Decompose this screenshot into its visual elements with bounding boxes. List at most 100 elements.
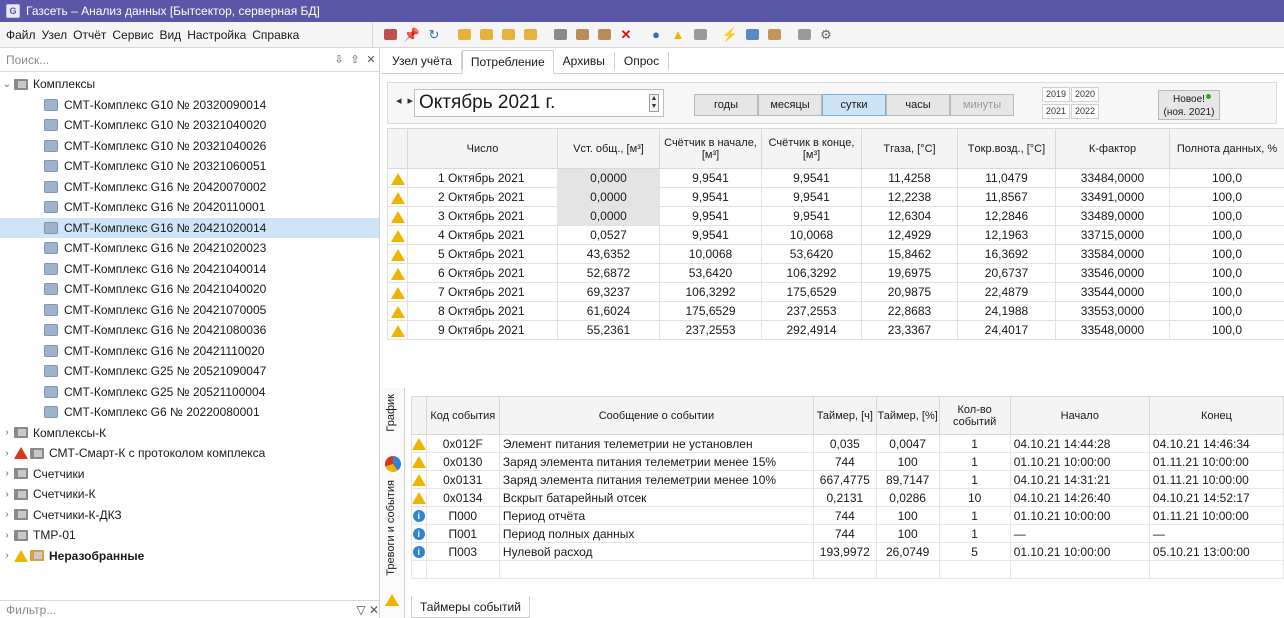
tree-group-meters-k[interactable]: › Счетчики-К	[0, 484, 379, 505]
edit-icon-button[interactable]	[499, 26, 517, 44]
table-row[interactable]: 1 Октябрь 2021 0,0000 9,9541 9,9541 11,4258 1…	[387, 168, 1284, 188]
col-header[interactable]: Счётчик в начале, [м³]	[659, 128, 762, 169]
col-header[interactable]: Конец	[1148, 396, 1284, 435]
tree-item[interactable]: СМТ-Комплекс G10 № 20321060051	[0, 156, 379, 177]
col-header[interactable]: Полнота данных, %	[1169, 128, 1284, 169]
year-button[interactable]: 2019	[1042, 87, 1071, 102]
tree-item[interactable]: СМТ-Комплекс G16 № 20421070005	[0, 300, 379, 321]
period-hours-button[interactable]: часы	[886, 94, 950, 116]
search-close-icon[interactable]: ✕	[363, 53, 379, 66]
table-row[interactable]: 2 Октябрь 2021 0,0000 9,9541 9,9541 12,2238 1…	[387, 187, 1284, 207]
menu-file[interactable]: Файл	[6, 28, 36, 42]
year-button[interactable]: 2022	[1071, 104, 1100, 119]
warning-icon-button[interactable]: ▲	[669, 26, 687, 44]
year-button[interactable]: 2020	[1071, 87, 1100, 102]
chevron-right-icon[interactable]: ›	[0, 468, 14, 479]
month-spin-icon[interactable]: ▲ ▼	[649, 94, 659, 112]
side-tab-alarms[interactable]: Тревоги и события	[385, 480, 397, 576]
tree-group-complexes[interactable]: ⌄ Комплексы	[0, 74, 379, 95]
pin-icon-button[interactable]: 📌	[403, 26, 421, 44]
copy-icon-button[interactable]	[573, 26, 591, 44]
tree-item[interactable]: СМТ-Комплекс G16 № 20420070002	[0, 177, 379, 198]
side-tab-chart[interactable]: График	[385, 394, 397, 432]
tree-item[interactable]: СМТ-Комплекс G16 № 20421040020	[0, 279, 379, 300]
chevron-right-icon[interactable]: ›	[0, 530, 14, 541]
period-days-button[interactable]: сутки	[822, 94, 886, 116]
col-header[interactable]: Счётчик в конце, [м³]	[761, 128, 862, 169]
year-button[interactable]: 2021	[1042, 104, 1071, 119]
table-row[interactable]: i П000 Период отчёта 744 100 1 01.10.21 10:00:…	[411, 506, 1284, 525]
tree-group-complexes-k[interactable]: › Комплексы-К	[0, 423, 379, 444]
table-row[interactable]: 0x0130 Заряд элемента питания телеметрии …	[411, 452, 1284, 471]
search-down-icon[interactable]: ⇩	[331, 53, 347, 66]
col-header[interactable]: Tокр.возд., [°C]	[957, 128, 1056, 169]
menu-view[interactable]: Вид	[159, 28, 181, 42]
lightning-icon-button[interactable]: ⚡	[721, 26, 739, 44]
tree-item[interactable]: СМТ-Комплекс G10 № 20320090014	[0, 95, 379, 116]
search-bar[interactable]: Поиск... ⇩ ⇧ ✕	[0, 48, 379, 72]
filter-icon[interactable]: ▽ ✕	[356, 603, 379, 617]
table-row[interactable]: 0x0134 Вскрыт батарейный отсек 0,2131 0,028…	[411, 488, 1284, 507]
col-header[interactable]: Код события	[425, 396, 500, 435]
table-row[interactable]: i П001 Период полных данных 744 100 1— —	[411, 524, 1284, 543]
export-icon-button[interactable]	[743, 26, 761, 44]
delete-icon-button[interactable]: ✕	[617, 26, 635, 44]
tab-event-timers[interactable]: Таймеры событий	[411, 596, 530, 618]
table-row[interactable]: 0x0131 Заряд элемента питания телеметрии …	[411, 470, 1284, 489]
db-icon-button[interactable]	[381, 26, 399, 44]
paste-icon-button[interactable]	[595, 26, 613, 44]
chevron-right-icon[interactable]: ›	[0, 448, 14, 459]
table-row[interactable]: 5 Октябрь 2021 43,6352 10,0068 53,6420 15,84…	[387, 244, 1284, 264]
tab-consumption[interactable]: Потребление	[461, 50, 554, 74]
new-data-button[interactable]: Новое! (ноя. 2021)	[1158, 90, 1220, 120]
menu-settings[interactable]: Настройка	[187, 28, 246, 42]
table-row[interactable]: 9 Октябрь 2021 55,2361 237,2553 292,4914 23,…	[387, 320, 1284, 340]
chevron-right-icon[interactable]: ›	[0, 427, 14, 438]
col-header[interactable]: К-фактор	[1055, 128, 1170, 169]
month-selector[interactable]: Октябрь 2021 г. ▲ ▼	[414, 89, 664, 117]
col-header[interactable]: Таймер, [%]	[875, 396, 940, 435]
properties-icon-button[interactable]	[551, 26, 569, 44]
tab-metering-node[interactable]: Узел учёта	[383, 49, 461, 73]
col-header[interactable]: Число	[407, 128, 558, 169]
open-icon-button[interactable]	[455, 26, 473, 44]
refresh-icon-button[interactable]: ↻	[425, 26, 443, 44]
filter-bar[interactable]: Фильтр... ▽ ✕	[0, 600, 379, 618]
tree-group-unsorted[interactable]: › Неразобранные	[0, 546, 379, 567]
table-row[interactable]: i П003 Нулевой расход 193,9972 26,0749 5 01.10…	[411, 542, 1284, 561]
search-input[interactable]: Поиск...	[6, 53, 331, 67]
tree-item[interactable]: СМТ-Комплекс G16 № 20421020023	[0, 238, 379, 259]
table-row[interactable]: 6 Октябрь 2021 52,6872 53,6420 106,3292 19,6…	[387, 263, 1284, 283]
tab-poll[interactable]: Опрос	[615, 49, 668, 73]
tools-icon-button[interactable]	[521, 26, 539, 44]
tree-item[interactable]: СМТ-Комплекс G16 № 20421080036	[0, 320, 379, 341]
pie-chart-icon[interactable]	[385, 456, 401, 472]
tree-item-selected[interactable]: СМТ-Комплекс G16 № 20421020014	[0, 217, 379, 238]
tab-archives[interactable]: Архивы	[554, 49, 614, 73]
chevron-down-icon[interactable]: ⌄	[0, 79, 14, 90]
filter-input[interactable]: Фильтр...	[6, 603, 356, 617]
menu-node[interactable]: Узел	[42, 28, 68, 42]
menu-help[interactable]: Справка	[252, 28, 299, 42]
period-months-button[interactable]: месяцы	[758, 94, 822, 116]
tree-item[interactable]: СМТ-Комплекс G10 № 20321040020	[0, 115, 379, 136]
tree-group-meters-k-dkz[interactable]: › Счетчики-К-ДКЗ	[0, 505, 379, 526]
menu-service[interactable]: Сервис	[112, 28, 153, 42]
globe-icon-button[interactable]: ●	[647, 26, 665, 44]
table-icon-button[interactable]	[795, 26, 813, 44]
menu-report[interactable]: Отчёт	[73, 28, 106, 42]
tree-group-meters[interactable]: › Счетчики	[0, 464, 379, 485]
tree-item[interactable]: СМТ-Комплекс G6 № 20220080001	[0, 402, 379, 423]
col-header[interactable]: Начало	[1009, 396, 1150, 435]
table-row[interactable]: 8 Октябрь 2021 61,6024 175,6529 237,2553 22,…	[387, 301, 1284, 321]
open-next-icon-button[interactable]	[477, 26, 495, 44]
tree-item[interactable]: СМТ-Комплекс G16 № 20421040014	[0, 259, 379, 280]
tree-item[interactable]: СМТ-Комплекс G25 № 20521100004	[0, 382, 379, 403]
print-icon-button[interactable]	[691, 26, 709, 44]
col-header[interactable]: Таймер, [ч]	[812, 396, 877, 435]
tree-item[interactable]: СМТ-Комплекс G16 № 20420110001	[0, 197, 379, 218]
col-header[interactable]: Сообщение о событии	[498, 396, 814, 435]
warning-icon[interactable]	[385, 592, 399, 606]
settings-icon-button[interactable]: ⚙	[817, 26, 835, 44]
search-up-icon[interactable]: ⇧	[347, 53, 363, 66]
